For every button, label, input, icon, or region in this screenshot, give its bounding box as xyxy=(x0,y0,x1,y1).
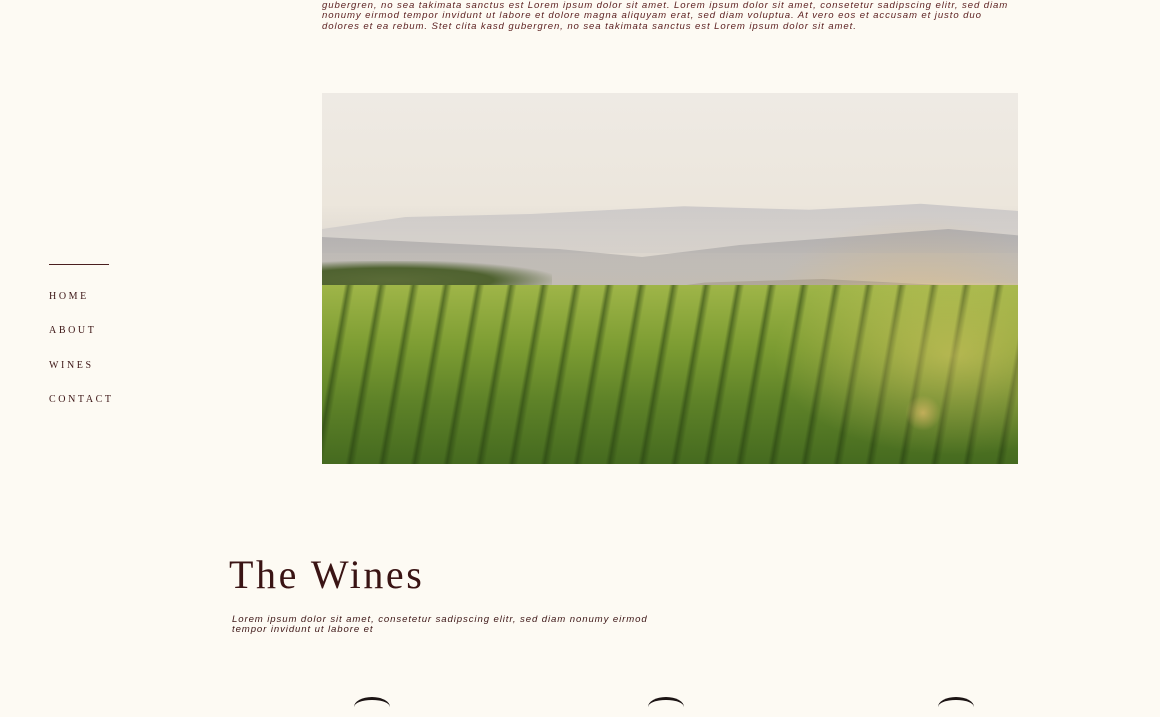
wines-section-text: Lorem ipsum dolor sit amet, consetetur s… xyxy=(232,614,648,636)
nav-link-about[interactable]: ABOUT xyxy=(49,325,96,336)
nav-item-home: HOME xyxy=(49,286,114,320)
nav-item-about: ABOUT xyxy=(49,320,114,354)
wine-bottle-image-3[interactable] xyxy=(938,697,974,717)
lens-flare xyxy=(905,395,941,431)
nav-item-contact: CONTACT xyxy=(49,389,114,423)
wine-bottle-image-2[interactable] xyxy=(648,697,684,717)
sidebar-divider xyxy=(49,264,109,265)
nav-link-home[interactable]: HOME xyxy=(49,291,89,302)
wines-section-title: The Wines xyxy=(229,552,425,597)
nav-link-wines[interactable]: WINES xyxy=(49,360,94,371)
nav-item-wines: WINES xyxy=(49,355,114,389)
main-navigation: HOME ABOUT WINES CONTACT xyxy=(49,286,114,423)
nav-link-contact[interactable]: CONTACT xyxy=(49,394,114,405)
vineyard-hero-image xyxy=(322,93,1018,464)
wine-bottle-image-1[interactable] xyxy=(354,697,390,717)
intro-paragraph: labore et dolore magna aliquyam erat, se… xyxy=(322,0,1009,32)
field-light xyxy=(758,283,1018,464)
